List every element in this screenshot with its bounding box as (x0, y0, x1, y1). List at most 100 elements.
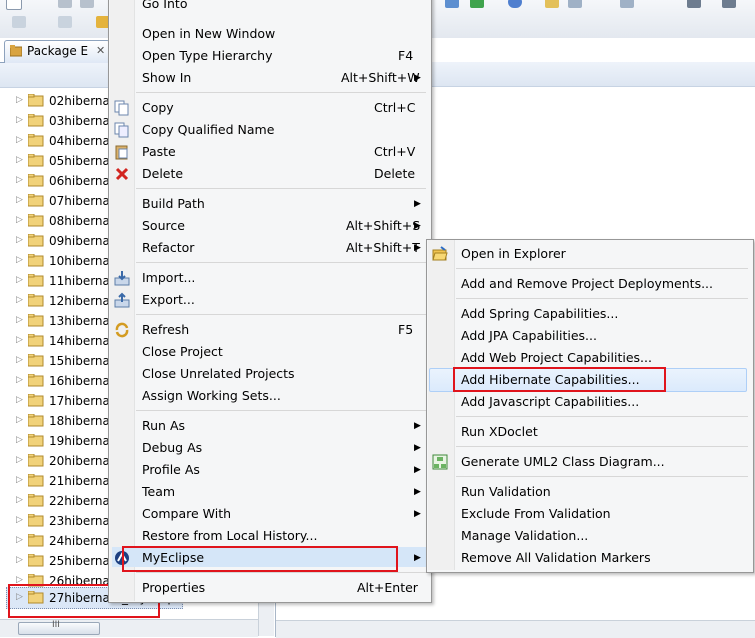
project-folder-icon (28, 534, 44, 547)
submenu-item-add-spring[interactable]: Add Spring Capabilities... (461, 306, 618, 321)
monitor-icon[interactable] (722, 0, 736, 8)
menu-item-export[interactable]: Export... (142, 292, 195, 307)
expand-icon[interactable]: ▷ (16, 295, 23, 305)
open-folder-icon[interactable] (545, 0, 559, 8)
submenu-arrow-icon: ▶ (414, 465, 421, 475)
expand-icon[interactable]: ▷ (16, 315, 23, 325)
submenu-item-open-in-explorer[interactable]: Open in Explorer (461, 246, 566, 261)
submenu-item-add-remove-deployments[interactable]: Add and Remove Project Deployments... (461, 276, 713, 291)
menu-item-debug-as[interactable]: Debug As (142, 440, 202, 455)
project-folder-icon (28, 94, 44, 107)
save-all-icon[interactable] (80, 0, 94, 8)
menu-item-go-into[interactable]: Go Into (142, 0, 187, 11)
expand-icon[interactable]: ▷ (16, 355, 23, 365)
menu-item-properties[interactable]: Properties (142, 580, 205, 595)
expand-icon[interactable]: ▷ (16, 495, 23, 505)
expand-icon[interactable]: ▷ (16, 175, 23, 185)
vertical-scrollbar[interactable] (258, 600, 274, 636)
copy-qualified-icon (114, 122, 130, 138)
submenu-item-add-web-project[interactable]: Add Web Project Capabilities... (461, 350, 652, 365)
expand-icon[interactable]: ▷ (16, 555, 23, 565)
project-folder-icon (28, 134, 44, 147)
project-folder-icon (28, 554, 44, 567)
camera-icon[interactable] (687, 0, 701, 8)
submenu-arrow-icon: ▶ (414, 509, 421, 519)
submenu-item-remove-markers[interactable]: Remove All Validation Markers (461, 550, 651, 565)
menu-item-import[interactable]: Import... (142, 270, 195, 285)
menu-item-open-new-window[interactable]: Open in New Window (142, 26, 275, 41)
project-label: 22hiberna (49, 494, 110, 508)
annotation-highlight-myeclipse (122, 546, 398, 572)
editor-scrollbar[interactable] (276, 620, 755, 638)
submenu-arrow-icon: ▶ (414, 243, 421, 253)
toolbar-dropdown-icon[interactable] (12, 16, 26, 28)
menu-item-open-type-hierarchy[interactable]: Open Type Hierarchy (142, 48, 272, 63)
annotation-highlight-hibernate (453, 367, 666, 392)
expand-icon[interactable]: ▷ (16, 155, 23, 165)
project-label: 14hiberna (49, 334, 110, 348)
expand-icon[interactable]: ▷ (16, 275, 23, 285)
expand-icon[interactable]: ▷ (16, 535, 23, 545)
expand-icon[interactable]: ▷ (16, 135, 23, 145)
expand-icon[interactable]: ▷ (16, 515, 23, 525)
project-label: 18hiberna (49, 414, 110, 428)
search-icon[interactable] (568, 0, 582, 8)
expand-icon[interactable]: ▷ (16, 395, 23, 405)
menu-item-restore-local-history[interactable]: Restore from Local History... (142, 528, 317, 543)
run-icon[interactable] (470, 0, 484, 8)
menu-item-refactor[interactable]: Refactor (142, 240, 194, 255)
expand-icon[interactable]: ▷ (16, 255, 23, 265)
tab-label: Package E (27, 44, 89, 58)
expand-icon[interactable]: ▷ (16, 215, 23, 225)
menu-item-close-unrelated-projects[interactable]: Close Unrelated Projects (142, 366, 295, 381)
menu-item-profile-as[interactable]: Profile As (142, 462, 200, 477)
project-folder-icon (28, 454, 44, 467)
new-file-icon[interactable] (6, 0, 22, 10)
menu-item-copy-qualified-name[interactable]: Copy Qualified Name (142, 122, 274, 137)
menu-separator (136, 572, 426, 573)
expand-icon[interactable]: ▷ (16, 435, 23, 445)
expand-icon[interactable]: ▷ (16, 455, 23, 465)
expand-icon[interactable]: ▷ (16, 375, 23, 385)
menu-item-refresh[interactable]: Refresh (142, 322, 189, 337)
expand-icon[interactable]: ▷ (16, 235, 23, 245)
menu-separator (136, 410, 426, 411)
menu-item-close-project[interactable]: Close Project (142, 344, 223, 359)
import-icon (114, 270, 130, 286)
project-label: 12hiberna (49, 294, 110, 308)
menu-item-build-path[interactable]: Build Path (142, 196, 205, 211)
server-icon[interactable] (620, 0, 634, 8)
submenu-item-generate-uml2[interactable]: Generate UML2 Class Diagram... (461, 454, 665, 469)
submenu-item-run-xdoclet[interactable]: Run XDoclet (461, 424, 538, 439)
expand-icon[interactable]: ▷ (16, 335, 23, 345)
save-icon[interactable] (58, 0, 72, 8)
expand-icon[interactable]: ▷ (16, 195, 23, 205)
menu-item-source[interactable]: Source (142, 218, 185, 233)
project-label: 21hiberna (49, 474, 110, 488)
submenu-item-run-validation[interactable]: Run Validation (461, 484, 551, 499)
submenu-item-add-javascript[interactable]: Add Javascript Capabilities... (461, 394, 639, 409)
submenu-item-add-jpa[interactable]: Add JPA Capabilities... (461, 328, 597, 343)
shortcut-label: Ctrl+C (374, 100, 416, 115)
menu-item-delete[interactable]: Delete (142, 166, 183, 181)
menu-separator (136, 314, 426, 315)
menu-item-team[interactable]: Team (142, 484, 175, 499)
submenu-item-manage-validation[interactable]: Manage Validation... (461, 528, 588, 543)
globe-icon[interactable] (508, 0, 522, 8)
expand-icon[interactable]: ▷ (16, 475, 23, 485)
menu-item-copy[interactable]: Copy (142, 100, 174, 115)
menu-item-assign-working-sets[interactable]: Assign Working Sets... (142, 388, 281, 403)
menu-item-run-as[interactable]: Run As (142, 418, 185, 433)
menu-item-compare-with[interactable]: Compare With (142, 506, 231, 521)
close-icon[interactable]: ✕ (96, 44, 105, 57)
submenu-arrow-icon: ▶ (414, 553, 421, 563)
expand-icon[interactable]: ▷ (16, 115, 23, 125)
toolbar-nav-icon[interactable] (58, 16, 72, 28)
submenu-arrow-icon: ▶ (414, 73, 421, 83)
deploy-icon[interactable] (445, 0, 459, 8)
submenu-item-exclude-validation[interactable]: Exclude From Validation (461, 506, 611, 521)
menu-item-paste[interactable]: Paste (142, 144, 176, 159)
expand-icon[interactable]: ▷ (16, 95, 23, 105)
expand-icon[interactable]: ▷ (16, 415, 23, 425)
menu-item-show-in[interactable]: Show In (142, 70, 191, 85)
